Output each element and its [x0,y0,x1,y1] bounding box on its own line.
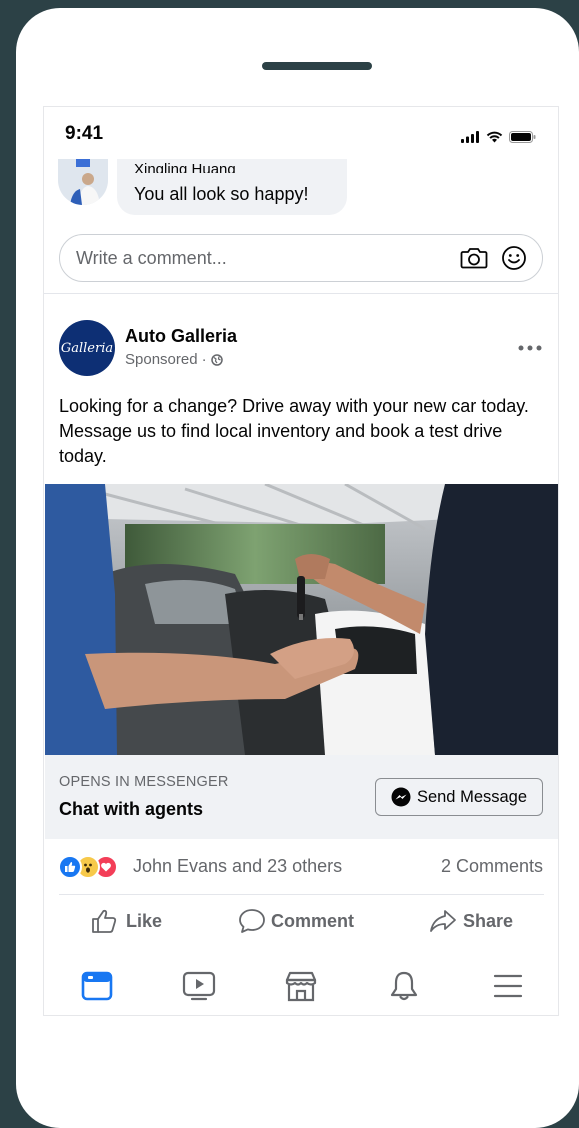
section-divider [44,293,558,294]
reaction-icons[interactable] [58,855,118,879]
comment-button[interactable]: Comment [238,908,354,934]
comment-input-placeholder: Write a comment... [76,248,227,268]
status-time: 9:41 [65,123,104,144]
globe-icon [210,353,223,366]
actions-divider [59,894,544,895]
notifications-icon[interactable] [388,970,420,1002]
share-label: Share [463,910,514,931]
signal-icon [461,131,479,143]
send-message-label: Send Message [416,787,528,806]
send-message-button[interactable]: Send Message [375,778,543,816]
more-options-icon[interactable] [518,345,542,351]
comment-text: You all look so happy! [134,184,309,204]
comments-count[interactable]: 2 Comments [441,856,543,877]
status-icons [461,131,536,143]
like-icon [92,909,117,933]
like-reaction-icon [58,855,82,879]
phone-screen: 9:41 Xingling Huang You all look so happ… [43,106,559,1016]
cta-opens-in: OPENS IN MESSENGER [59,774,229,790]
camera-icon[interactable] [460,246,488,270]
share-button[interactable]: Share [428,908,513,934]
like-button[interactable]: Like [91,908,162,934]
wifi-icon [486,131,503,143]
battery-icon [509,131,536,143]
emoji-icon[interactable] [501,245,527,271]
cta-headline: Chat with agents [59,799,204,819]
news-feed-icon[interactable] [81,970,113,1002]
commenter-name[interactable]: Xingling Huang [134,163,236,173]
post-caption: Looking for a change? Drive away with yo… [59,396,529,466]
share-icon [430,910,456,932]
phone-speaker [262,62,372,70]
reactions-text[interactable]: John Evans and 23 others [133,856,342,877]
dot-separator: · [201,351,207,368]
marketplace-icon[interactable] [284,970,318,1002]
like-label: Like [126,910,163,931]
comment-label: Comment [271,910,355,931]
watch-icon[interactable] [182,970,216,1002]
comment-icon [239,909,265,933]
page-logo[interactable]: Galleria [59,320,115,376]
menu-icon[interactable] [493,970,523,1002]
messenger-icon [391,787,411,807]
sponsored-text: Sponsored [125,351,198,368]
page-logo-text: Galleria [60,340,114,356]
page-name[interactable]: Auto Galleria [125,326,237,347]
sponsored-label: Sponsored · [125,351,223,368]
commenter-avatar[interactable] [58,159,108,205]
post-image[interactable] [45,484,558,755]
